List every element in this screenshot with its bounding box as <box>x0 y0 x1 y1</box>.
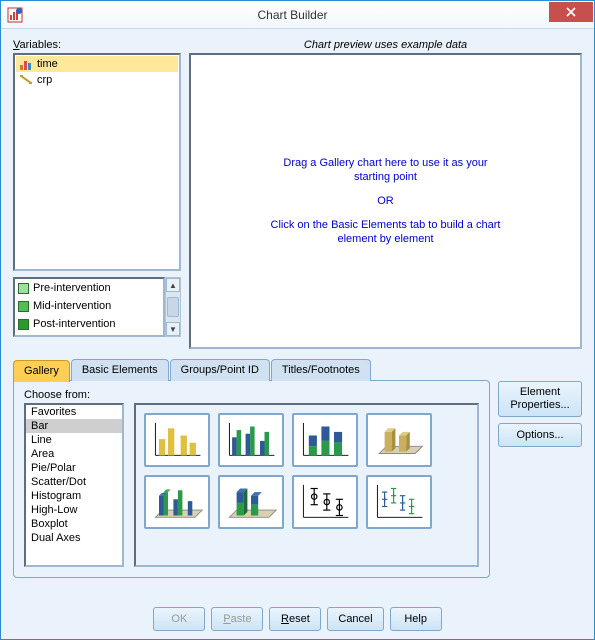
paste-button[interactable]: Paste <box>211 607 263 631</box>
dialog-body: Variables: time crp <box>1 29 594 639</box>
chart-builder-dialog: Chart Builder Variables: time <box>0 0 595 640</box>
preview-text: starting point <box>354 171 417 183</box>
nominal-icon <box>19 57 33 71</box>
category-item[interactable]: Pre-intervention <box>15 279 163 297</box>
category-label: Mid-intervention <box>33 300 111 312</box>
cancel-button[interactable]: Cancel <box>327 607 383 631</box>
thumb-simple-error-bar[interactable] <box>292 475 358 529</box>
variable-item-crp[interactable]: crp <box>16 72 178 88</box>
chart-type-boxplot[interactable]: Boxplot <box>26 517 122 531</box>
variables-label: Variables: <box>13 39 181 51</box>
category-swatch-icon <box>18 319 29 330</box>
app-icon <box>7 7 23 23</box>
category-swatch-icon <box>18 283 29 294</box>
chart-type-bar[interactable]: Bar <box>26 419 122 433</box>
options-button[interactable]: Options... <box>498 423 582 447</box>
button-row: OK Paste Reset Cancel Help <box>13 599 582 631</box>
preview-text: element by element <box>338 233 434 245</box>
category-item[interactable]: Mid-intervention <box>15 297 163 315</box>
thumb-clustered-error-bar[interactable] <box>366 475 432 529</box>
thumb-clustered-3d-bar[interactable] <box>144 475 210 529</box>
scroll-thumb[interactable] <box>167 297 179 317</box>
categories-scrollbar[interactable]: ▲ ▼ <box>165 277 181 337</box>
ok-button[interactable]: OK <box>153 607 205 631</box>
chart-type-dual-axes[interactable]: Dual Axes <box>26 531 122 545</box>
chart-type-pie-polar[interactable]: Pie/Polar <box>26 461 122 475</box>
thumb-stacked-bar[interactable] <box>292 413 358 467</box>
gallery-section: Gallery Basic Elements Groups/Point ID T… <box>13 359 582 599</box>
gallery-tab-body: Choose from: Favorites Bar Line Area Pie… <box>13 380 490 578</box>
chart-preview-dropzone[interactable]: Drag a Gallery chart here to use it as y… <box>189 53 582 349</box>
thumb-3d-bar[interactable] <box>366 413 432 467</box>
thumb-simple-bar[interactable] <box>144 413 210 467</box>
chart-type-list[interactable]: Favorites Bar Line Area Pie/Polar Scatte… <box>24 403 124 567</box>
thumb-clustered-bar[interactable] <box>218 413 284 467</box>
variable-item-time[interactable]: time <box>16 56 178 72</box>
category-item[interactable]: Post-intervention <box>15 315 163 333</box>
category-label: Pre-intervention <box>33 282 111 294</box>
chart-type-area[interactable]: Area <box>26 447 122 461</box>
tab-titles-footnotes[interactable]: Titles/Footnotes <box>271 359 371 381</box>
tab-bar: Gallery Basic Elements Groups/Point ID T… <box>13 359 490 381</box>
category-swatch-icon <box>18 301 29 312</box>
tab-groups-point-id[interactable]: Groups/Point ID <box>170 359 270 381</box>
titlebar: Chart Builder <box>1 1 594 29</box>
help-button[interactable]: Help <box>390 607 442 631</box>
chart-type-histogram[interactable]: Histogram <box>26 489 122 503</box>
preview-text: Click on the Basic Elements tab to build… <box>271 219 501 231</box>
tab-basic-elements[interactable]: Basic Elements <box>71 359 169 381</box>
element-properties-button[interactable]: Element Properties... <box>498 381 582 417</box>
preview-text: OR <box>377 195 394 207</box>
titlebar-title: Chart Builder <box>31 8 554 22</box>
chart-type-high-low[interactable]: High-Low <box>26 503 122 517</box>
scale-icon <box>19 73 33 87</box>
top-row: Variables: time crp <box>13 39 582 349</box>
tab-gallery[interactable]: Gallery <box>13 360 70 382</box>
close-button[interactable] <box>549 2 593 22</box>
scroll-up-button[interactable]: ▲ <box>166 278 180 292</box>
choose-from-label: Choose from: <box>24 389 479 401</box>
category-label: Post-intervention <box>33 318 116 330</box>
variables-list[interactable]: time crp <box>13 53 181 271</box>
chart-type-favorites[interactable]: Favorites <box>26 405 122 419</box>
reset-button[interactable]: Reset <box>269 607 321 631</box>
thumbnail-grid <box>134 403 479 567</box>
variable-name: crp <box>37 74 52 86</box>
variable-name: time <box>37 58 58 70</box>
chart-type-line[interactable]: Line <box>26 433 122 447</box>
preview-text: Drag a Gallery chart here to use it as y… <box>283 157 487 169</box>
preview-label: Chart preview uses example data <box>189 39 582 51</box>
scroll-down-button[interactable]: ▼ <box>166 322 180 336</box>
categories-list[interactable]: Pre-intervention Mid-intervention Post-i… <box>13 277 165 337</box>
right-sidebar: Element Properties... Options... <box>498 359 582 599</box>
thumb-stacked-3d-bar[interactable] <box>218 475 284 529</box>
chart-type-scatter-dot[interactable]: Scatter/Dot <box>26 475 122 489</box>
